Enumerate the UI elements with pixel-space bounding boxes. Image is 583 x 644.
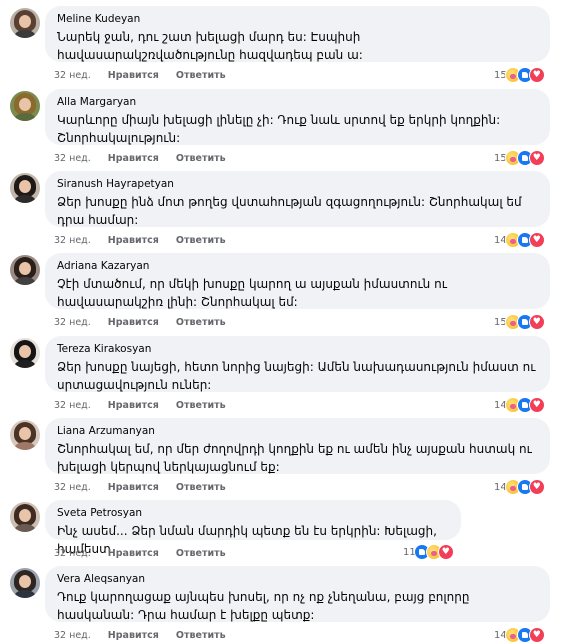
comment-actions: 32 нед. Нравится Ответить [54,70,240,82]
comment-text: Ձեր խոսքը ինձ մոտ թողեց վստահության զգաց… [57,195,522,227]
avatar-face [19,180,31,193]
reply-button[interactable]: Ответить [176,70,226,81]
reactions-summary[interactable]: 15 [494,150,545,166]
comment-bubble: Siranush Hayrapetyan Ձեր խոսքը ինձ մոտ թ… [45,171,550,227]
reply-button[interactable]: Ответить [176,153,226,164]
comment-bubble: Alla Margaryan Կարևորը միայն խելացի լինե… [45,89,550,145]
avatar[interactable] [10,502,40,532]
comment-bubble: Adriana Kazaryan Չէի մտածում, որ մեկի խո… [45,253,550,309]
love-reaction-icon [528,479,545,495]
comment-text: Կարևորը միայն խելացի լինելը չի: Դուք նաև… [57,113,501,145]
like-button[interactable]: Нравится [108,235,159,246]
comment-text: Շնորհակալ եմ, որ մեր ժողովրդի կողքին եք … [57,442,532,474]
comment-author[interactable]: Liana Arzumanyan [57,424,538,438]
comment-time[interactable]: 32 нед. [54,630,91,641]
comment-thread: Meline Kudeyan Նարեկ ջան, դու շատ խելացի… [0,0,583,644]
love-reaction-icon [528,150,545,166]
reactions-summary[interactable]: 14 [494,397,545,413]
reply-button[interactable]: Ответить [176,548,226,559]
comment-text: Դուք կարողացաք այնպես խոսել, որ ոչ ոք չն… [57,590,470,622]
avatar-body [14,277,36,285]
reactions-summary[interactable]: 14 [494,479,545,495]
reply-button[interactable]: Ответить [176,235,226,246]
comment-text: Չէի մտածում, որ մեկի խոսքը կարող ա այսքա… [57,277,447,309]
comment-time[interactable]: 32 нед. [54,317,91,328]
comment-actions: 32 нед. Нравится Ответить [54,548,240,560]
avatar-face [19,575,31,588]
love-reaction-icon [528,314,545,330]
comment-author[interactable]: Sveta Petrosyan [57,506,449,520]
comment-actions: 32 нед. Нравится Ответить [54,400,240,412]
comment-bubble: Liana Arzumanyan Շնորհակալ եմ, որ մեր ժո… [45,418,550,474]
comment-bubble: Tereza Kirakosyan Ձեր խոսքը նայեցի, հետո… [45,336,550,392]
comment-actions: 32 нед. Нравится Ответить [54,153,240,165]
avatar-face [19,345,31,358]
love-reaction-icon [528,627,545,643]
avatar-face [19,427,31,440]
reactions-summary[interactable]: 15 [494,314,545,330]
comment-author[interactable]: Vera Aleqsanyan [57,572,538,586]
avatar[interactable] [10,420,40,450]
love-reaction-icon [528,232,545,248]
comment-time[interactable]: 32 нед. [54,400,91,411]
like-button[interactable]: Нравится [108,317,159,328]
avatar-body [14,195,36,203]
comment-actions: 32 нед. Нравится Ответить [54,235,240,247]
avatar-face [19,98,31,111]
comment-bubble: Sveta Petrosyan Ինչ ասեմ... Ձեր նման մար… [45,500,461,556]
avatar-body [14,30,36,38]
reactions-summary[interactable]: 11 [403,544,454,560]
avatar-body [14,360,36,368]
avatar[interactable] [10,338,40,368]
comment-author[interactable]: Adriana Kazaryan [57,259,538,273]
comment-time[interactable]: 32 нед. [54,153,91,164]
comment-text: Նարեկ ջան, դու շատ խելացի մարդ ես: Էսպիս… [57,30,363,62]
avatar-body [14,524,36,532]
avatar-face [19,262,31,275]
avatar[interactable] [10,568,40,598]
avatar[interactable] [10,91,40,121]
comment-time[interactable]: 32 нед. [54,235,91,246]
comment-time[interactable]: 32 нед. [54,482,91,493]
like-button[interactable]: Нравится [108,153,159,164]
comment-actions: 32 нед. Нравится Ответить [54,482,240,494]
comment-time[interactable]: 32 нед. [54,70,91,81]
reply-button[interactable]: Ответить [176,317,226,328]
like-button[interactable]: Нравится [108,482,159,493]
comment-author[interactable]: Meline Kudeyan [57,12,538,26]
reactions-summary[interactable]: 14 [494,232,545,248]
comment-author[interactable]: Siranush Hayrapetyan [57,177,538,191]
comment-actions: 32 нед. Нравится Ответить [54,630,240,642]
reactions-summary[interactable]: 15 [494,67,545,83]
reply-button[interactable]: Ответить [176,482,226,493]
avatar[interactable] [10,8,40,38]
reactions-summary[interactable]: 14 [494,627,545,643]
avatar-face [19,15,31,28]
love-reaction-icon [437,544,454,560]
comment-text: Ձեր խոսքը նայեցի, հետո նորից նայեցի: Ամե… [57,360,536,392]
comment-actions: 32 нед. Нравится Ответить [54,317,240,329]
like-button[interactable]: Нравится [108,548,159,559]
comment-author[interactable]: Alla Margaryan [57,95,538,109]
avatar-body [14,590,36,598]
love-reaction-icon [528,397,545,413]
love-reaction-icon [528,67,545,83]
comment-author[interactable]: Tereza Kirakosyan [57,342,538,356]
avatar[interactable] [10,173,40,203]
comment-time[interactable]: 32 нед. [54,548,91,559]
reply-button[interactable]: Ответить [176,400,226,411]
like-button[interactable]: Нравится [108,400,159,411]
avatar-body [14,113,36,121]
comment-bubble: Meline Kudeyan Նարեկ ջան, դու շատ խելացի… [45,6,550,62]
avatar-body [14,442,36,450]
avatar[interactable] [10,255,40,285]
avatar-face [19,509,31,522]
like-button[interactable]: Нравится [108,70,159,81]
like-button[interactable]: Нравится [108,630,159,641]
reply-button[interactable]: Ответить [176,630,226,641]
comment-bubble: Vera Aleqsanyan Դուք կարողացաք այնպես խո… [45,566,550,622]
